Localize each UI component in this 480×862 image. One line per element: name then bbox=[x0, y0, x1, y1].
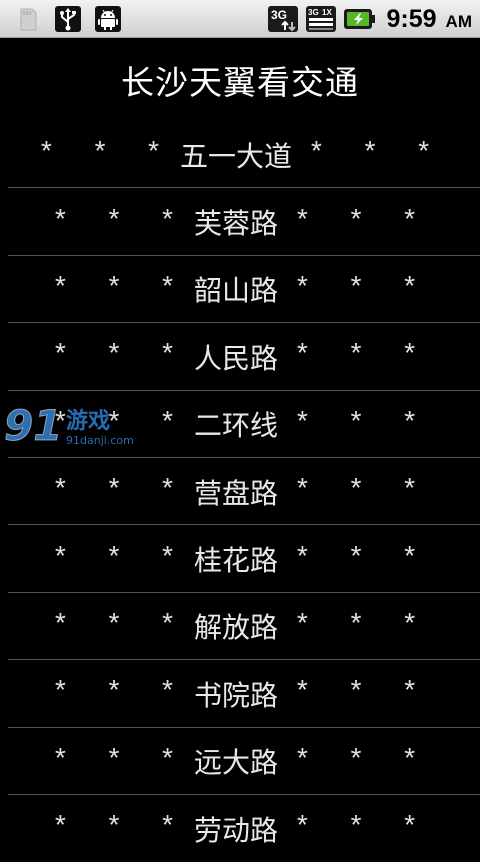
sdcard-icon bbox=[14, 5, 42, 33]
signal-3g-1x-icon: 3G 1X bbox=[305, 5, 337, 33]
stars-prefix: * * * bbox=[37, 139, 172, 171]
stars-suffix: * * * bbox=[294, 813, 429, 845]
road-name: 书院路 bbox=[193, 678, 278, 712]
status-time: 9:59 bbox=[386, 4, 437, 33]
stars-suffix: * * * bbox=[294, 476, 429, 508]
list-item[interactable]: * * * 人民路 * * * bbox=[0, 323, 480, 391]
road-name: 二环线 bbox=[193, 409, 278, 443]
road-name: 芙蓉路 bbox=[193, 207, 278, 241]
android-debug-icon bbox=[94, 5, 122, 33]
stars-suffix: * * * bbox=[294, 610, 429, 642]
road-name: 营盘路 bbox=[193, 476, 278, 510]
stars-suffix: * * * bbox=[294, 206, 429, 238]
page-title: 长沙天翼看交通 bbox=[121, 63, 359, 102]
stars-suffix: * * * bbox=[294, 543, 429, 575]
stars-prefix: * * * bbox=[51, 273, 186, 305]
usb-icon bbox=[54, 5, 82, 33]
stars-suffix: * * * bbox=[294, 341, 429, 373]
road-name: 人民路 bbox=[193, 341, 278, 375]
status-bar-notifications bbox=[14, 3, 122, 35]
stars-prefix: * * * bbox=[51, 678, 186, 710]
svg-text:3G: 3G bbox=[308, 8, 319, 17]
battery-charging-icon bbox=[343, 5, 377, 33]
road-name: 桂花路 bbox=[193, 544, 278, 578]
stars-prefix: * * * bbox=[51, 408, 186, 440]
list-item[interactable]: * * * 芙蓉路 * * * bbox=[0, 188, 480, 256]
road-list: * * * 五一大道 * * * * * * 芙蓉路 * * * * * * 韶… bbox=[0, 121, 480, 862]
stars-suffix: * * * bbox=[294, 273, 429, 305]
stars-prefix: * * * bbox=[51, 610, 186, 642]
road-name: 解放路 bbox=[193, 611, 278, 645]
list-item[interactable]: * * * 桂花路 * * * bbox=[0, 525, 480, 593]
road-name: 劳动路 bbox=[193, 813, 278, 847]
road-name: 远大路 bbox=[193, 746, 278, 780]
list-item[interactable]: * * * 二环线 * * * bbox=[0, 391, 480, 458]
network-3g-icon: 3G bbox=[267, 5, 299, 33]
stars-prefix: * * * bbox=[51, 476, 186, 508]
road-name: 韶山路 bbox=[193, 274, 278, 308]
status-bar-system: 3G 3G 1X 9:59 AM bbox=[267, 3, 472, 35]
stars-prefix: * * * bbox=[51, 745, 186, 777]
status-ampm: AM bbox=[445, 11, 472, 31]
status-bar: 3G 3G 1X 9:59 AM bbox=[0, 0, 480, 38]
list-item[interactable]: * * * 五一大道 * * * bbox=[0, 121, 480, 189]
svg-text:3G: 3G bbox=[271, 8, 287, 22]
stars-prefix: * * * bbox=[51, 543, 186, 575]
list-item[interactable]: * * * 远大路 * * * bbox=[0, 728, 480, 795]
list-item[interactable]: * * * 书院路 * * * bbox=[0, 660, 480, 728]
stars-prefix: * * * bbox=[51, 813, 186, 845]
stars-suffix: * * * bbox=[308, 139, 443, 171]
list-item[interactable]: * * * 解放路 * * * bbox=[0, 593, 480, 661]
list-item[interactable]: * * * 韶山路 * * * bbox=[0, 256, 480, 324]
svg-text:1X: 1X bbox=[322, 8, 332, 17]
stars-prefix: * * * bbox=[51, 341, 186, 373]
stars-suffix: * * * bbox=[294, 678, 429, 710]
stars-suffix: * * * bbox=[294, 408, 429, 440]
road-name: 五一大道 bbox=[179, 139, 292, 173]
stars-suffix: * * * bbox=[294, 745, 429, 777]
list-item[interactable]: * * * 营盘路 * * * bbox=[0, 458, 480, 526]
list-item[interactable]: * * * 劳动路 * * * bbox=[0, 795, 480, 862]
stars-prefix: * * * bbox=[51, 206, 186, 238]
